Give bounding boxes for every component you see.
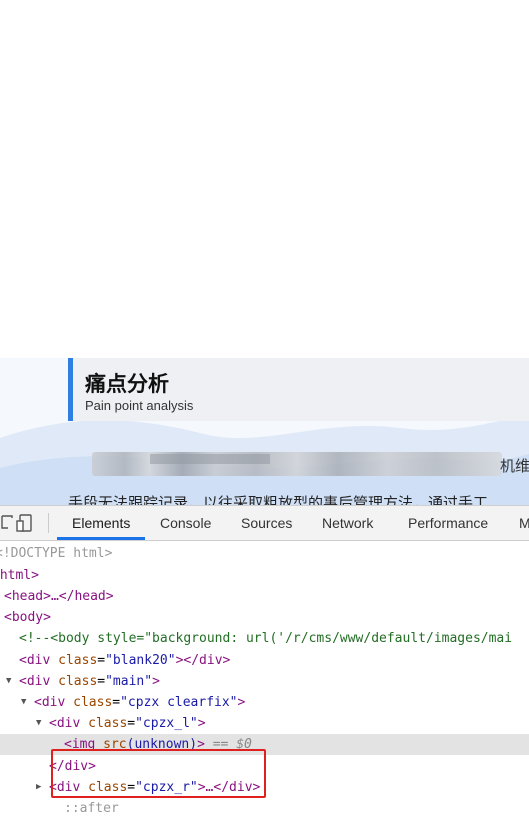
attr-name: class <box>88 716 128 731</box>
tag-name: div <box>26 674 51 689</box>
tab-console[interactable]: Console <box>160 506 211 540</box>
html-tag: <html> <box>0 568 39 583</box>
dom-node-main[interactable]: ▼ <div class="main"> <box>0 671 529 692</box>
pseudo-element: ::after <box>64 801 119 816</box>
attr-value: "cpzx_l" <box>135 716 198 731</box>
expand-triangle-icon[interactable]: ▼ <box>6 671 11 692</box>
tab-more[interactable]: M <box>519 506 529 540</box>
dom-node-cpzx-l[interactable]: ▼ <div class="cpzx_l"> <box>0 713 529 734</box>
highlight-annotation-box <box>51 749 266 798</box>
attr-value: "blank20" <box>105 653 176 668</box>
dom-tree: <!DOCTYPE html> <html> <head>…</head> <b… <box>0 541 529 816</box>
section-body-text: 手段无法跟踪记录，以往采取粗放型的事后管理方法，通过手工 <box>68 494 489 505</box>
devtools-toolbar: Elements Console Sources Network Perform… <box>0 506 529 541</box>
active-tab-indicator <box>57 537 145 540</box>
tab-network[interactable]: Network <box>322 506 373 540</box>
body-tag: <body> <box>4 610 51 625</box>
dom-node-cpzx[interactable]: ▼ <div class="cpzx clearfix"> <box>0 692 529 713</box>
section-title-card: 痛点分析 Pain point analysis <box>68 358 529 421</box>
section-title: 痛点分析 <box>85 372 169 396</box>
toolbar-separator <box>48 513 49 533</box>
tag-close: > <box>197 716 206 731</box>
dom-node-body[interactable]: <body> <box>0 607 529 628</box>
doctype-text: <!DOCTYPE html> <box>0 546 113 561</box>
dom-node-comment[interactable]: <!--<body style="background: url('/r/cms… <box>0 628 529 649</box>
tag-close: > <box>237 695 246 710</box>
attr-name: class <box>73 695 113 710</box>
dom-node-doctype[interactable]: <!DOCTYPE html> <box>0 543 529 564</box>
expand-triangle-icon[interactable]: ▼ <box>36 713 41 734</box>
dom-node-html[interactable]: <html> <box>0 565 529 586</box>
tag-name: div <box>26 653 51 668</box>
attr-value: "main" <box>105 674 153 689</box>
web-page-viewport: 痛点分析 Pain point analysis 机维 手段无法跟踪记录，以往采… <box>0 0 529 505</box>
attr-name: class <box>58 653 98 668</box>
attr-value: "cpzx clearfix" <box>120 695 238 710</box>
title-accent-bar <box>68 358 73 421</box>
comment-text: <!--<body style="background: url('/r/cms… <box>19 631 513 646</box>
tag-name: div <box>56 716 81 731</box>
section-subtitle: Pain point analysis <box>85 398 194 413</box>
tab-elements[interactable]: Elements <box>72 506 130 540</box>
expand-triangle-icon[interactable]: ▼ <box>21 692 26 713</box>
head-tag: <head>…</head> <box>4 589 114 604</box>
dom-node-blank20[interactable]: <div class="blank20"></div> <box>0 650 529 671</box>
blurred-text-detail <box>150 454 270 464</box>
dom-node-after[interactable]: ::after <box>0 798 529 819</box>
tag-close: > <box>152 674 160 689</box>
tag-name: div <box>41 695 66 710</box>
dom-node-head[interactable]: <head>…</head> <box>0 586 529 607</box>
device-toggle-icon[interactable] <box>16 513 38 533</box>
tab-sources[interactable]: Sources <box>241 506 292 540</box>
tab-performance[interactable]: Performance <box>408 506 488 540</box>
blurred-text-tail: 机维 <box>500 457 529 475</box>
devtools-panel: Elements Console Sources Network Perform… <box>0 505 529 816</box>
tag-close: ></div> <box>175 653 231 668</box>
pain-point-section: 痛点分析 Pain point analysis 机维 手段无法跟踪记录，以往采… <box>0 358 529 505</box>
attr-name: class <box>58 674 98 689</box>
collapsed-triangle-icon[interactable]: ▶ <box>36 777 41 798</box>
